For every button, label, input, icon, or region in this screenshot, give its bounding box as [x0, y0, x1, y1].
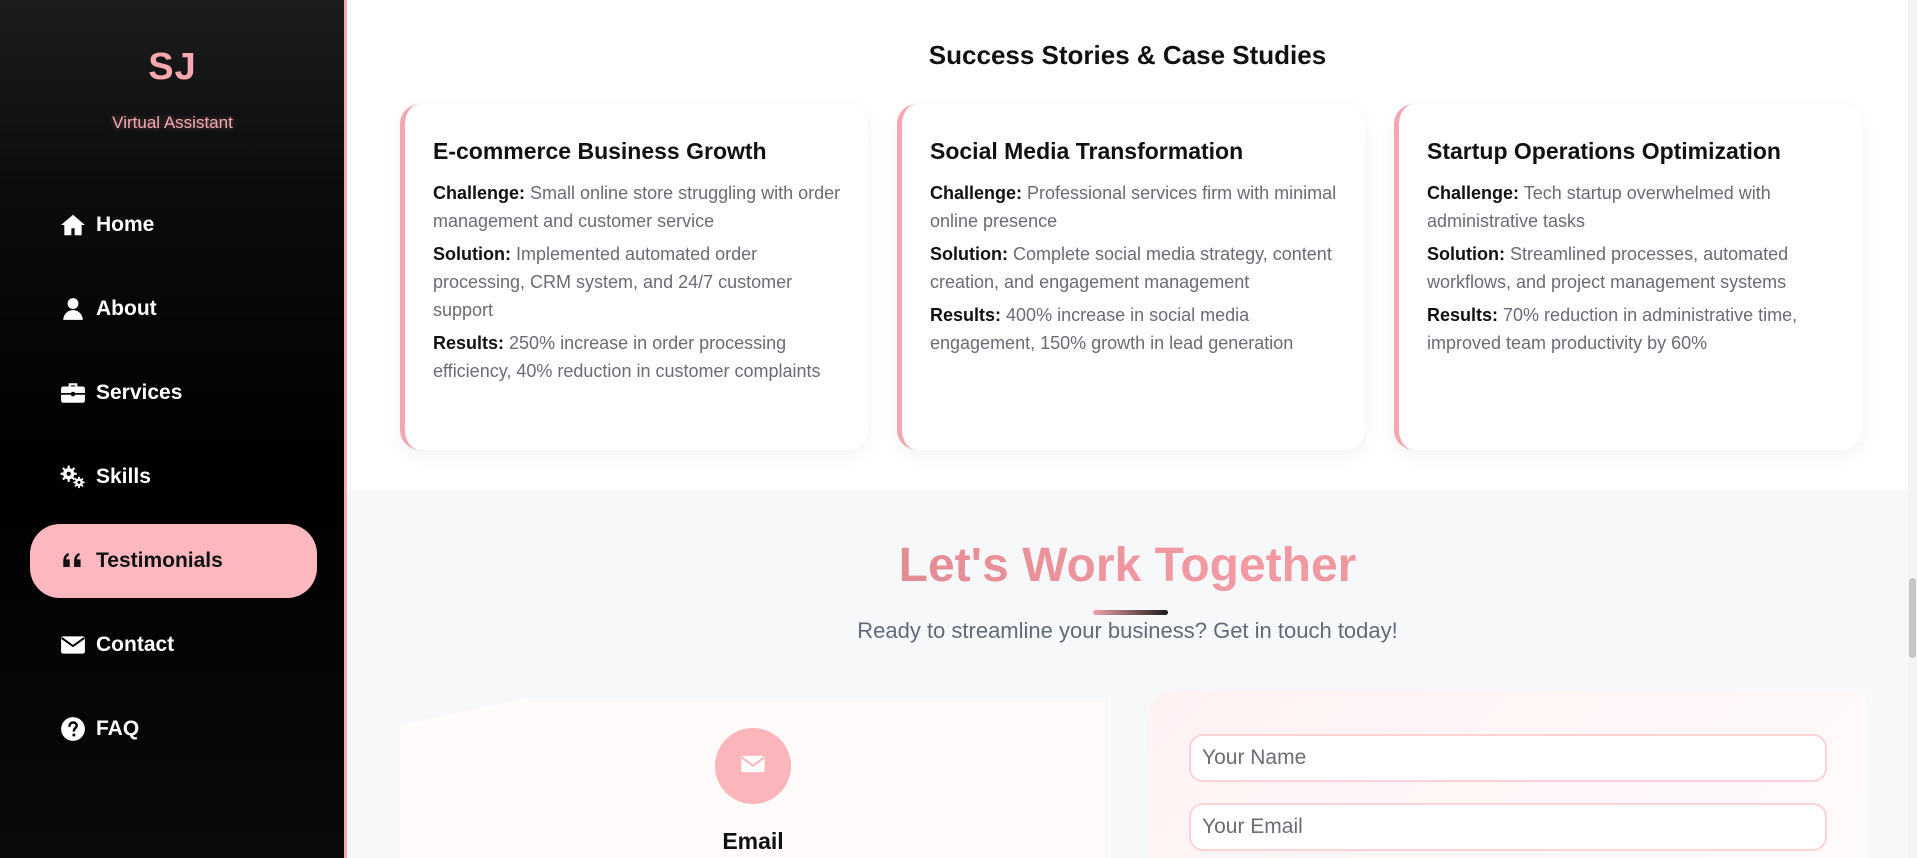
case-study-challenge: Challenge: Professional services firm wi…: [930, 183, 1337, 231]
contact-title: Let's Work Together: [347, 538, 1908, 593]
envelope-icon: [60, 632, 86, 658]
title-underline: [1093, 610, 1168, 615]
sidebar-item-about[interactable]: About: [30, 272, 317, 346]
logo-subtitle: Virtual Assistant: [112, 113, 233, 132]
sidebar-item-services[interactable]: Services: [30, 356, 317, 430]
sidebar-item-home[interactable]: Home: [30, 188, 317, 262]
case-study-results: Results: 70% reduction in administrative…: [1427, 305, 1798, 353]
sidebar-item-label: Testimonials: [96, 549, 223, 572]
user-icon: [60, 296, 86, 322]
scrollbar[interactable]: [1908, 0, 1917, 858]
case-study-title: Startup Operations Optimization: [1427, 138, 1781, 164]
case-study-challenge: Challenge: Small online store struggling…: [433, 183, 841, 231]
email-icon-badge: [715, 728, 791, 804]
sidebar-item-label: Skills: [96, 465, 151, 488]
sidebar-item-testimonials[interactable]: Testimonials: [30, 524, 317, 598]
sidebar-item-label: Home: [96, 213, 155, 236]
main-content: Success Stories & Case Studies E-commerc…: [347, 0, 1908, 858]
case-study-challenge: Challenge: Tech startup overwhelmed with…: [1427, 183, 1771, 231]
case-study-solution: Solution: Implemented automated order pr…: [433, 244, 793, 320]
email-input[interactable]: [1189, 803, 1827, 851]
sidebar-item-contact[interactable]: Contact: [30, 608, 317, 682]
case-study-title: Social Media Transformation: [930, 138, 1244, 164]
case-study-results: Results: 250% increase in order processi…: [433, 333, 821, 381]
sidebar-item-faq[interactable]: FAQ: [30, 692, 317, 766]
sidebar: SJ Virtual Assistant Home About Services: [0, 0, 347, 858]
case-study-card: Social Media Transformation Challenge: P…: [897, 104, 1365, 450]
sidebar-item-skills[interactable]: Skills: [30, 440, 317, 514]
contact-subtitle: Ready to streamline your business? Get i…: [857, 618, 1398, 643]
sidebar-item-label: Services: [96, 381, 183, 404]
logo[interactable]: SJ: [0, 46, 345, 89]
case-study-results: Results: 400% increase in social media e…: [930, 305, 1294, 353]
sidebar-item-label: Contact: [96, 633, 175, 656]
sidebar-item-label: About: [96, 297, 157, 320]
case-study-solution: Solution: Complete social media strategy…: [930, 244, 1332, 292]
email-label: Email: [722, 828, 784, 854]
case-study-title: E-commerce Business Growth: [433, 138, 767, 164]
home-icon: [60, 212, 86, 238]
case-studies-title: Success Stories & Case Studies: [928, 40, 1327, 70]
question-circle-icon: [60, 716, 86, 742]
contact-section: Let's Work Together Ready to streamline …: [347, 490, 1908, 858]
case-study-card: E-commerce Business Growth Challenge: Sm…: [400, 104, 868, 450]
scrollbar-thumb[interactable]: [1909, 578, 1916, 658]
envelope-icon: [739, 750, 767, 783]
briefcase-icon: [60, 380, 86, 406]
case-study-solution: Solution: Streamlined processes, automat…: [1427, 244, 1789, 292]
sidebar-item-label: FAQ: [96, 717, 140, 740]
name-input[interactable]: [1189, 734, 1827, 782]
quote-icon: [60, 548, 86, 574]
case-study-card: Startup Operations Optimization Challeng…: [1394, 104, 1862, 450]
gears-icon: [60, 464, 86, 490]
